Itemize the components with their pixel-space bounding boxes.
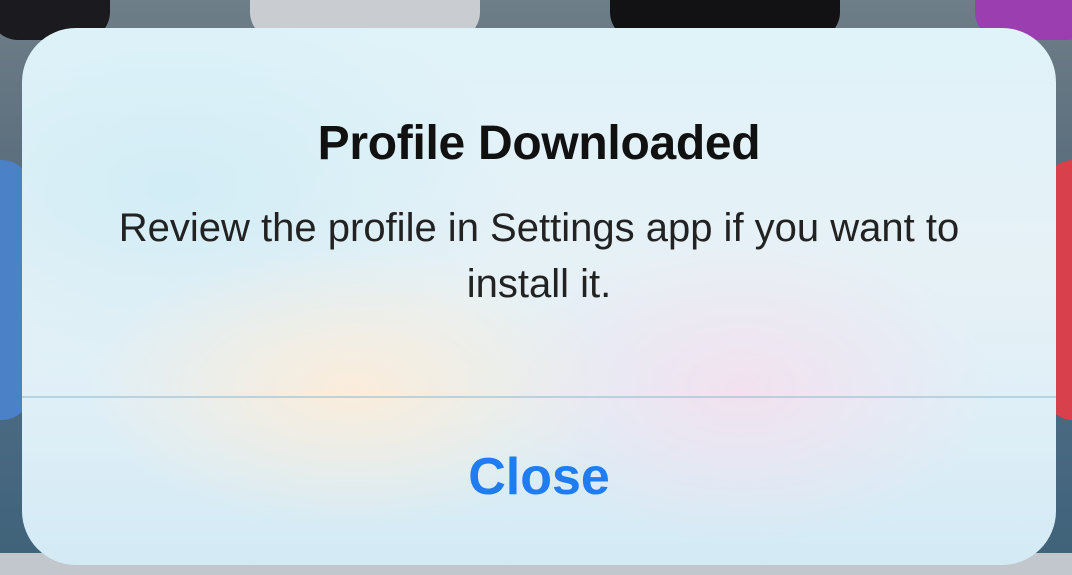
alert-title: Profile Downloaded — [317, 117, 761, 170]
screen: Profile Downloaded Review the profile in… — [0, 0, 1072, 575]
close-button[interactable]: Close — [22, 398, 1056, 565]
alert-dialog: Profile Downloaded Review the profile in… — [22, 28, 1056, 565]
alert-message: Review the profile in Settings app if yo… — [118, 206, 960, 306]
